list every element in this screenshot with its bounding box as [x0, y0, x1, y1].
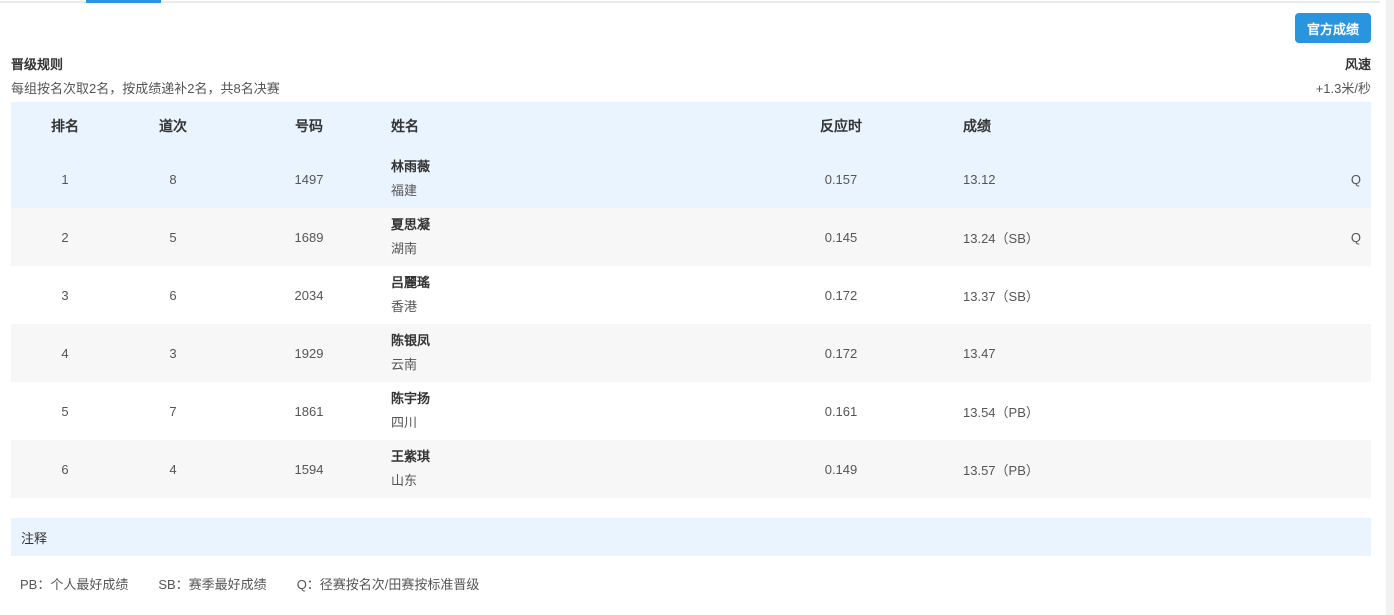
- row-result: 13.37（SB）: [963, 288, 1039, 304]
- row-rank: 6: [61, 461, 69, 477]
- top-tab-bar: [0, 0, 1394, 3]
- row-reaction: 0.161: [824, 403, 858, 419]
- table-row: 6 4 1594 王紫琪 山东 0.149 13.57（PB）: [11, 440, 1371, 498]
- table-row: 2 5 1689 夏思凝 湖南 0.145 13.24（SB） Q: [11, 208, 1371, 266]
- active-tab-indicator[interactable]: [86, 0, 161, 3]
- header-name-label: 姓名: [391, 118, 419, 134]
- row-result: 13.12: [963, 171, 996, 187]
- row-result: 13.57（PB）: [963, 462, 1039, 478]
- row-bib: 2034: [294, 287, 324, 303]
- row-bib: 1929: [294, 345, 324, 361]
- table-row: 1 8 1497 林雨薇 福建 0.157 13.12 Q: [11, 150, 1371, 208]
- notes-header: 注释: [11, 518, 1371, 556]
- row-lane: 5: [169, 229, 177, 245]
- row-qualification: [1311, 324, 1361, 382]
- row-rank: 3: [61, 287, 69, 303]
- table-row: 3 6 2034 吕麗瑤 香港 0.172 13.37（SB）: [11, 266, 1371, 324]
- athlete-team: 四川: [391, 415, 418, 430]
- note-q: Q：径赛按名次/田赛按标准晋级: [296, 577, 480, 592]
- row-bib: 1861: [294, 403, 324, 419]
- header-bib: 号码: [295, 118, 323, 134]
- athlete-name: 吕麗瑤: [391, 275, 431, 290]
- athlete-name: 林雨薇: [391, 159, 431, 174]
- tab-divider-line: [0, 1, 1380, 3]
- table-row: 4 3 1929 陈银凤 云南 0.172 13.47: [11, 324, 1371, 382]
- advancement-rules-text: 每组按名次取2名，按成绩递补2名，共8名决赛: [11, 81, 280, 96]
- row-reaction: 0.172: [824, 345, 858, 361]
- row-bib: 1689: [294, 229, 324, 245]
- row-qualification: Q: [1350, 229, 1361, 245]
- row-rank: 2: [61, 229, 69, 245]
- row-reaction: 0.145: [824, 229, 858, 245]
- row-athlete: 吕麗瑤 香港: [391, 266, 691, 324]
- row-reaction: 0.149: [824, 461, 858, 477]
- row-lane: 7: [169, 403, 177, 419]
- header-result: 成绩: [963, 118, 991, 134]
- athlete-name: 陈银凤: [391, 333, 431, 348]
- athlete-name: 王紫琪: [391, 449, 431, 464]
- row-rank: 4: [61, 345, 69, 361]
- row-lane: 3: [169, 345, 177, 361]
- notes-title: 注释: [21, 530, 48, 546]
- athlete-name: 夏思凝: [391, 217, 431, 232]
- page-scrollbar[interactable]: [1386, 0, 1394, 615]
- row-reaction: 0.172: [824, 287, 858, 303]
- athlete-team: 云南: [391, 357, 418, 372]
- row-athlete: 夏思凝 湖南: [391, 208, 691, 266]
- athlete-team: 山东: [391, 473, 418, 488]
- row-qualification: Q: [1350, 171, 1361, 187]
- athlete-team: 福建: [391, 183, 418, 198]
- note-sb: SB：赛季最好成绩: [158, 577, 267, 592]
- athlete-team: 湖南: [391, 241, 418, 256]
- notes-legend: PB：个人最好成绩 SB：赛季最好成绩 Q：径赛按名次/田赛按标准晋级: [20, 574, 509, 593]
- row-athlete: 陈银凤 云南: [391, 324, 691, 382]
- row-lane: 6: [169, 287, 177, 303]
- wind-speed-title: 风速: [1344, 57, 1371, 72]
- athlete-name: 陈宇扬: [391, 391, 431, 406]
- row-bib: 1497: [294, 171, 324, 187]
- row-qualification: [1311, 382, 1361, 440]
- table-row: 5 7 1861 陈宇扬 四川 0.161 13.54（PB）: [11, 382, 1371, 440]
- advancement-rules-title: 晋级规则: [11, 57, 64, 72]
- results-table: 排名 道次 号码 姓名 反应时 成绩 1 8 1497 林雨薇 福建 0.157…: [11, 102, 1371, 498]
- row-result: 13.47: [963, 345, 996, 361]
- row-rank: 1: [61, 171, 69, 187]
- row-reaction: 0.157: [824, 171, 858, 187]
- row-qualification: [1311, 440, 1361, 498]
- row-rank: 5: [61, 403, 69, 419]
- official-results-button[interactable]: 官方成绩: [1295, 13, 1371, 43]
- row-result: 13.54（PB）: [963, 404, 1039, 420]
- row-athlete: 林雨薇 福建: [391, 150, 691, 208]
- table-header: 排名 道次 号码 姓名 反应时 成绩: [11, 102, 1371, 150]
- athlete-team: 香港: [391, 299, 418, 314]
- header-lane: 道次: [159, 118, 187, 134]
- row-lane: 4: [169, 461, 177, 477]
- note-pb: PB：个人最好成绩: [20, 577, 129, 592]
- header-name: 姓名: [391, 102, 691, 150]
- row-result: 13.24（SB）: [963, 230, 1039, 246]
- wind-speed-value: +1.3米/秒: [1315, 81, 1371, 96]
- row-lane: 8: [169, 171, 177, 187]
- row-athlete: 陈宇扬 四川: [391, 382, 691, 440]
- row-bib: 1594: [294, 461, 324, 477]
- header-rank: 排名: [51, 118, 79, 134]
- row-qualification: [1311, 266, 1361, 324]
- row-athlete: 王紫琪 山东: [391, 440, 691, 498]
- header-reaction: 反应时: [820, 118, 862, 134]
